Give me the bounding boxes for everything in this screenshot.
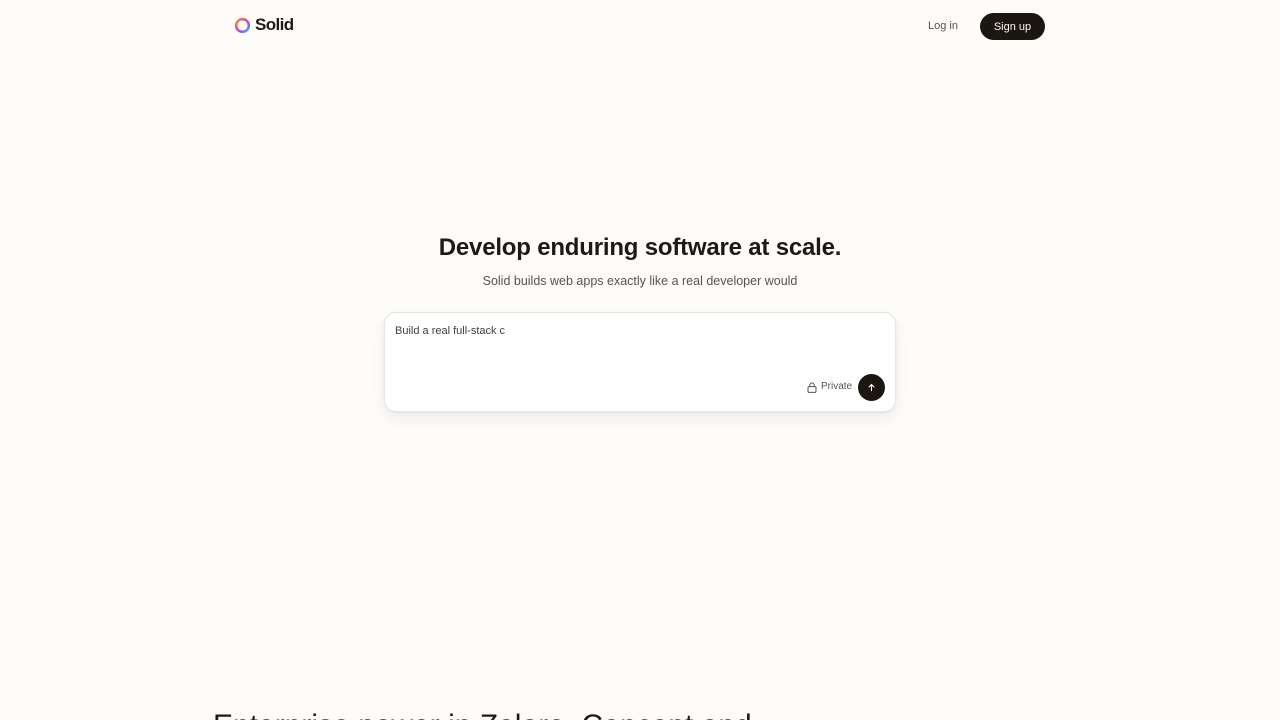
logo-link[interactable]: Solid [234, 15, 294, 35]
submit-button[interactable] [858, 374, 885, 401]
prompt-input[interactable]: Build a real full-stack c [395, 323, 885, 373]
private-label: Private [821, 381, 853, 392]
arrow-up-icon [868, 383, 875, 392]
login-link[interactable]: Log in [928, 19, 958, 33]
prompt-box: Build a real full-stack c [384, 312, 896, 412]
section-heading: Enterprise power in Zalore. Concept and [213, 708, 752, 720]
hero-title: Develop enduring software at scale. [438, 234, 842, 261]
logo-text: Solid [255, 15, 294, 34]
private-toggle[interactable]: Private [807, 380, 852, 394]
page: Solid Log in Sign up Develop enduring so… [0, 0, 1280, 720]
signup-button[interactable]: Sign up [980, 13, 1045, 40]
lock-icon [807, 382, 817, 393]
hero-subtitle: Solid builds web apps exactly like a rea… [482, 274, 798, 288]
site-header: Solid Log in Sign up [0, 0, 1280, 52]
logo-ring-icon [234, 17, 251, 33]
